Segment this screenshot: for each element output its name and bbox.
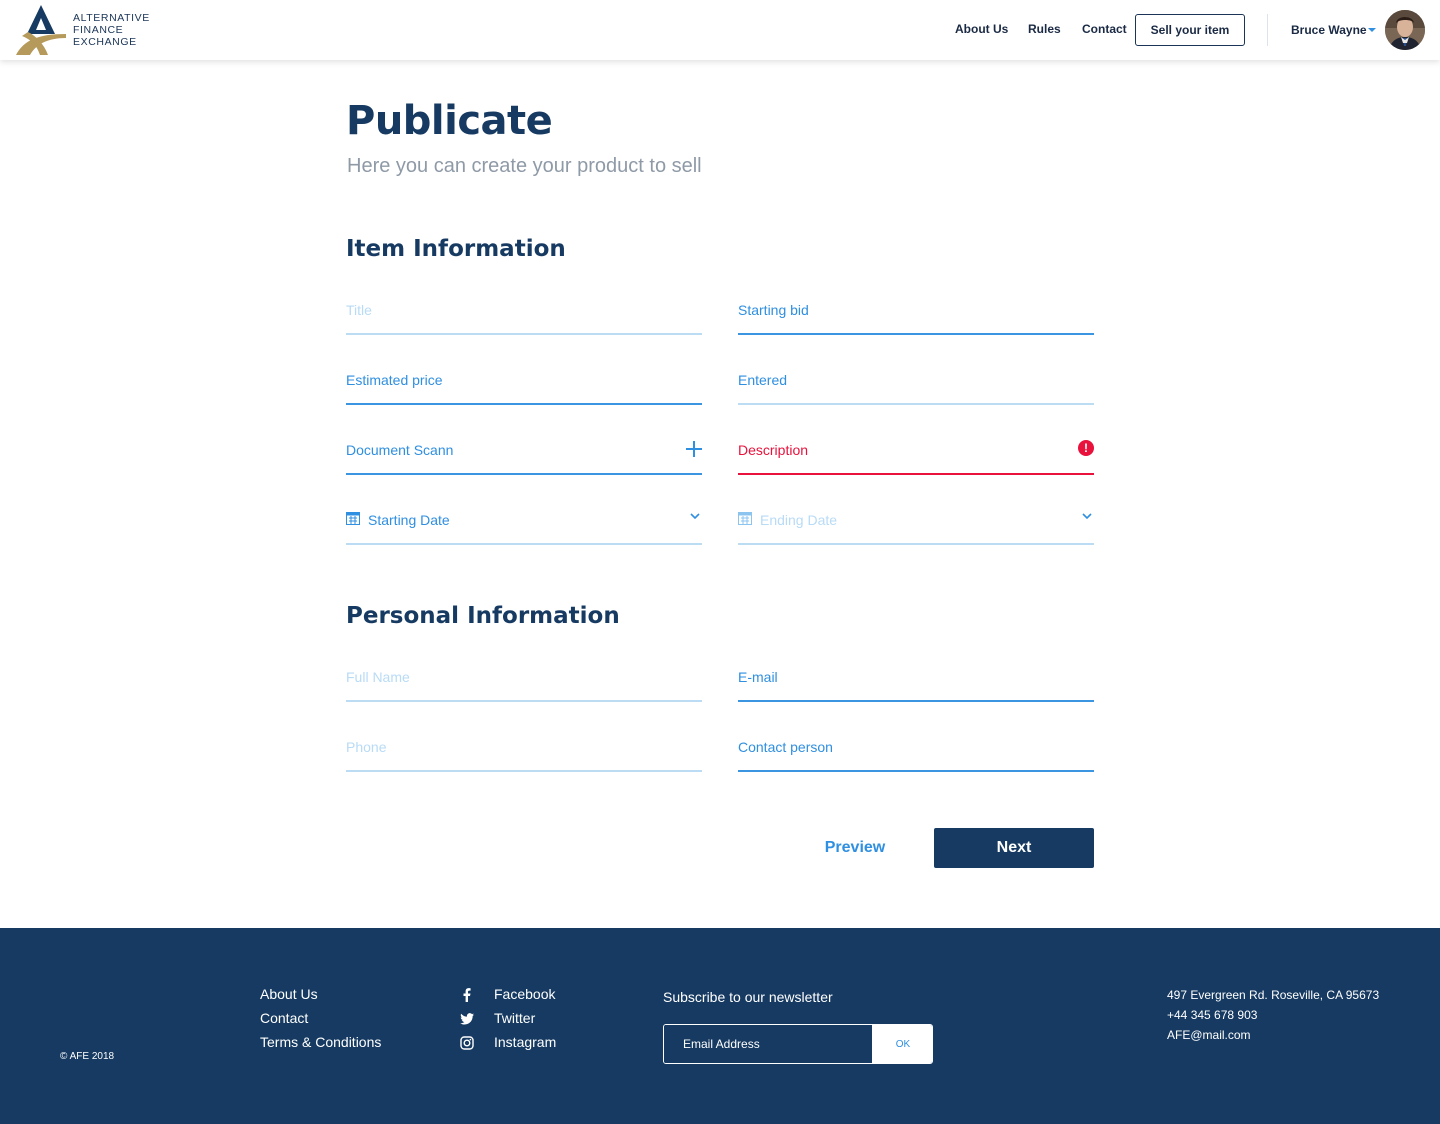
footer-social-facebook[interactable]: Facebook xyxy=(494,986,555,1002)
footer-address: 497 Evergreen Rd. Roseville, CA 95673 xyxy=(1167,988,1380,1002)
header-divider xyxy=(1267,14,1268,46)
sell-your-item-button[interactable]: Sell your item xyxy=(1135,14,1245,46)
contact-person-field[interactable] xyxy=(738,732,1094,772)
email-field[interactable] xyxy=(738,662,1094,702)
nav-rules[interactable]: Rules xyxy=(1028,22,1061,36)
afe-logo[interactable]: ALTERNATIVE FINANCE EXCHANGE xyxy=(14,4,154,56)
footer-phone: +44 345 678 903 xyxy=(1167,1008,1258,1022)
email-input[interactable] xyxy=(738,662,1058,692)
chevron-down-icon[interactable] xyxy=(1082,513,1092,519)
description-input[interactable] xyxy=(738,435,1058,465)
calendar-icon xyxy=(738,512,752,525)
logo-line-1: ALTERNATIVE xyxy=(73,12,150,24)
phone-field[interactable] xyxy=(346,732,702,772)
facebook-icon[interactable] xyxy=(460,988,474,1002)
nav-about-us[interactable]: About Us xyxy=(955,22,1008,36)
title-field[interactable] xyxy=(346,295,702,335)
preview-button[interactable]: Preview xyxy=(810,828,900,868)
estimated-price-input[interactable] xyxy=(346,365,666,395)
starting-bid-field[interactable] xyxy=(738,295,1094,335)
afe-logo-mark-icon xyxy=(16,5,66,55)
site-footer: © AFE 2018 About Us Contact Terms & Cond… xyxy=(0,928,1440,1124)
page-title: Publicate xyxy=(346,98,553,144)
ending-date-field[interactable] xyxy=(738,505,1094,545)
twitter-icon[interactable] xyxy=(460,1012,474,1026)
full-name-input[interactable] xyxy=(346,662,666,692)
avatar-portrait-icon xyxy=(1385,10,1425,50)
footer-social-twitter[interactable]: Twitter xyxy=(494,1010,535,1026)
chevron-down-icon[interactable] xyxy=(1368,28,1376,32)
entered-value-input[interactable] xyxy=(738,365,1058,395)
newsletter-ok-button[interactable]: OK xyxy=(872,1025,932,1063)
logo-line-2: FINANCE xyxy=(73,24,124,36)
user-menu-name[interactable]: Bruce Wayne xyxy=(1291,23,1367,37)
description-field[interactable]: ! xyxy=(738,435,1094,475)
newsletter-email-input[interactable] xyxy=(664,1025,872,1063)
newsletter-form: OK xyxy=(663,1024,933,1064)
title-input[interactable] xyxy=(346,295,666,325)
ending-date-input[interactable] xyxy=(760,505,1060,535)
error-alert-icon: ! xyxy=(1078,440,1094,456)
logo-text: ALTERNATIVE FINANCE EXCHANGE xyxy=(73,12,150,48)
footer-link-about-us[interactable]: About Us xyxy=(260,986,318,1002)
footer-link-terms[interactable]: Terms & Conditions xyxy=(260,1034,381,1050)
full-name-field[interactable] xyxy=(346,662,702,702)
footer-social-instagram[interactable]: Instagram xyxy=(494,1034,556,1050)
contact-person-input[interactable] xyxy=(738,732,1058,762)
item-information-heading: Item Information xyxy=(346,236,566,262)
starting-date-input[interactable] xyxy=(368,505,668,535)
avatar[interactable] xyxy=(1385,10,1425,50)
personal-information-heading: Personal Information xyxy=(346,603,620,629)
copyright-text: © AFE 2018 xyxy=(60,1051,115,1062)
entered-value-field[interactable] xyxy=(738,365,1094,405)
nav-contact[interactable]: Contact xyxy=(1082,22,1127,36)
next-button[interactable]: Next xyxy=(934,828,1094,868)
calendar-icon xyxy=(346,512,360,525)
instagram-icon[interactable] xyxy=(460,1036,474,1050)
starting-bid-input[interactable] xyxy=(738,295,1058,325)
document-scan-input[interactable] xyxy=(346,435,666,465)
top-header: ALTERNATIVE FINANCE EXCHANGE About Us Ru… xyxy=(0,0,1440,60)
footer-email[interactable]: AFE@mail.com xyxy=(1167,1028,1251,1042)
starting-date-field[interactable] xyxy=(346,505,702,545)
add-document-plus-icon[interactable] xyxy=(686,441,702,457)
footer-link-contact[interactable]: Contact xyxy=(260,1010,308,1026)
logo-line-3: EXCHANGE xyxy=(73,36,137,48)
newsletter-title: Subscribe to our newsletter xyxy=(663,989,833,1005)
phone-input[interactable] xyxy=(346,732,666,762)
estimated-price-field[interactable] xyxy=(346,365,702,405)
document-scan-field[interactable] xyxy=(346,435,702,475)
page-subtitle: Here you can create your product to sell xyxy=(347,155,702,177)
chevron-down-icon[interactable] xyxy=(690,513,700,519)
